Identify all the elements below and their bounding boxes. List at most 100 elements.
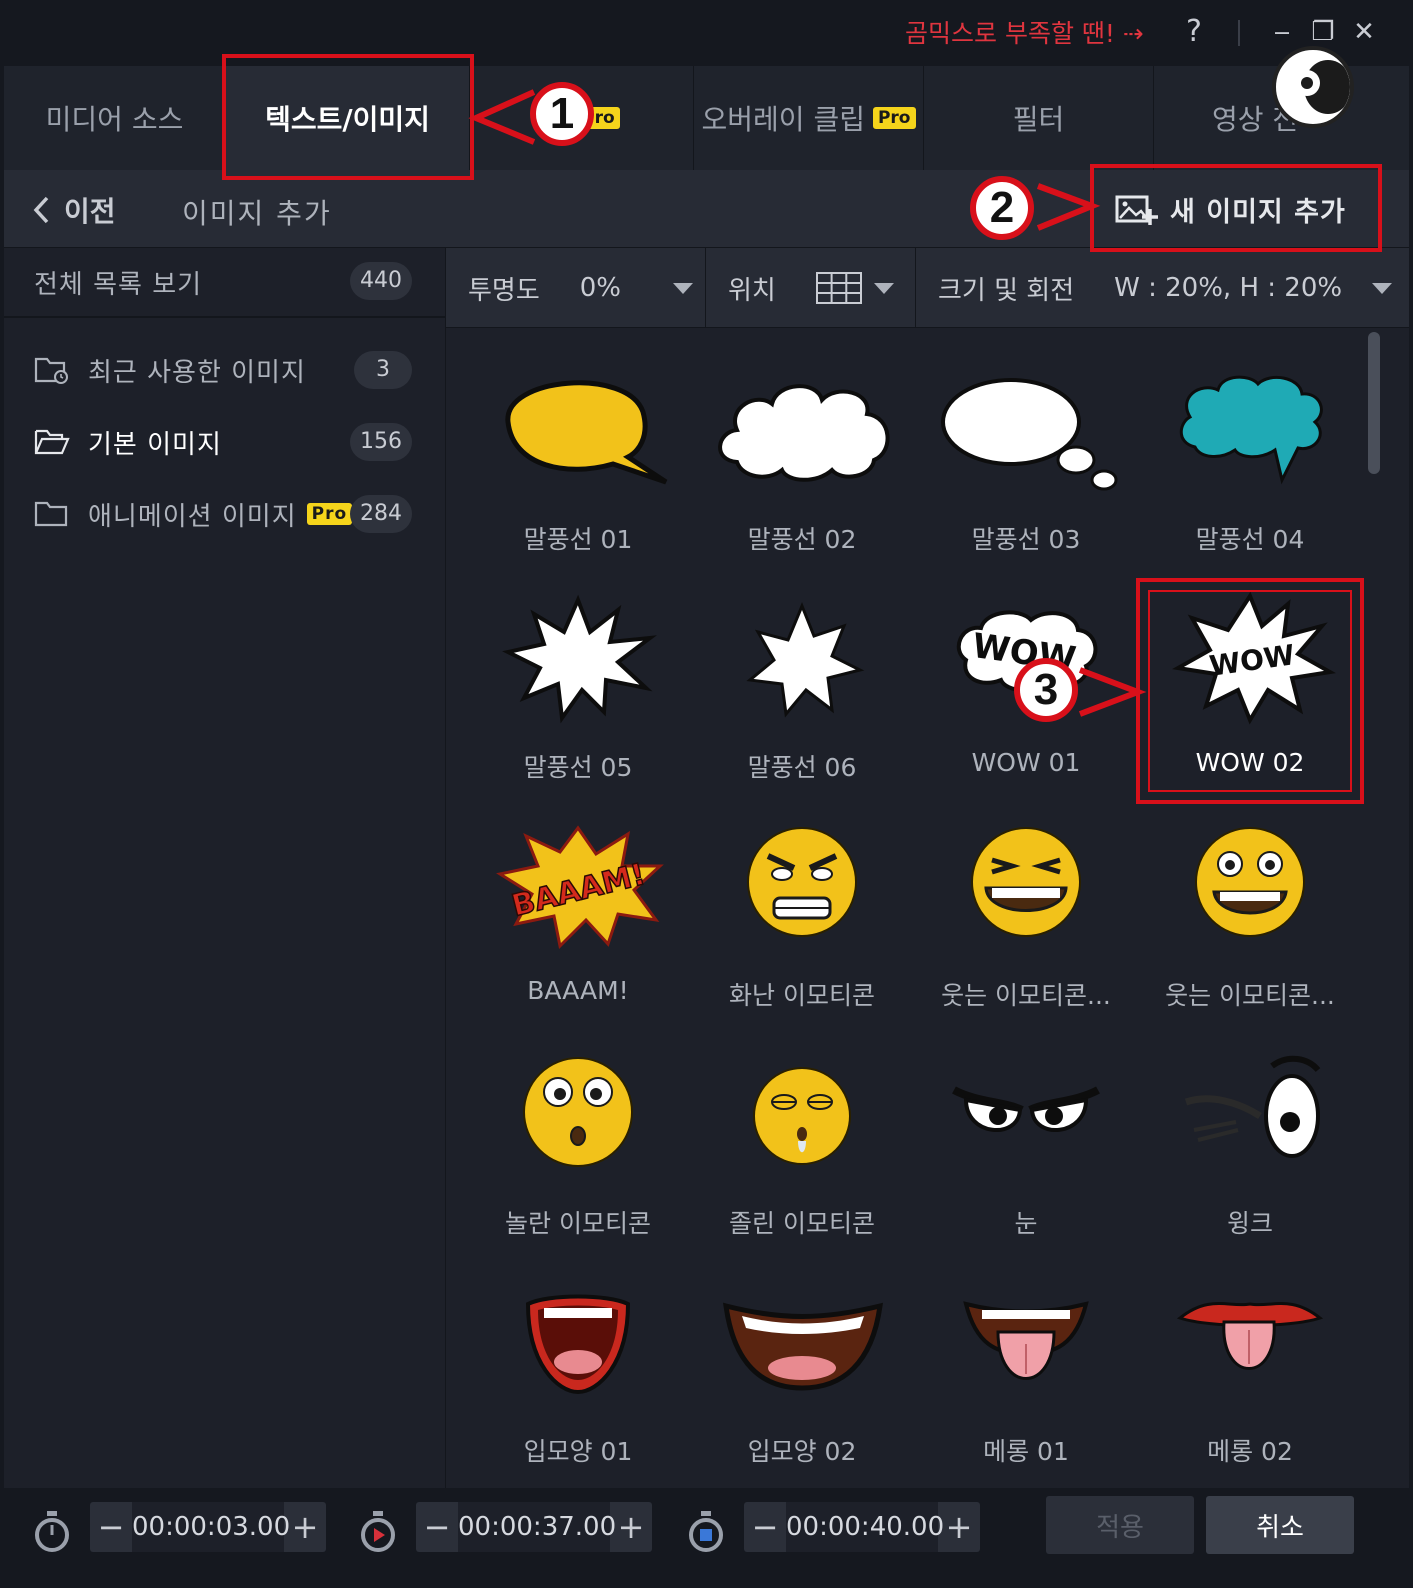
duration-value[interactable]: 00:00:37.00 xyxy=(458,1502,616,1552)
decrement-button[interactable]: − xyxy=(90,1502,132,1552)
cancel-button[interactable]: 취소 xyxy=(1206,1496,1354,1554)
position-dropdown[interactable]: 위치 xyxy=(706,248,916,328)
image-item[interactable]: 말풍선 02 xyxy=(690,338,914,566)
image-item[interactable]: 놀란 이모티콘 xyxy=(466,1022,690,1250)
image-item[interactable]: 웃는 이모티콘... xyxy=(914,794,1138,1022)
annotation-box-1 xyxy=(222,54,474,180)
image-grid: 말풍선 01 말풍선 02 말풍선 03 말풍선 04 말풍선 05 말풍선 0… xyxy=(446,328,1382,1488)
image-item[interactable]: 화난 이모티콘 xyxy=(690,794,914,1022)
recent-folder-icon xyxy=(34,357,68,384)
image-item[interactable]: 메롱 02 xyxy=(1138,1250,1362,1478)
image-item[interactable]: 눈 xyxy=(914,1022,1138,1250)
chevron-down-icon xyxy=(873,282,894,294)
chevron-down-icon xyxy=(1372,282,1393,294)
main-tabs: 미디어 소스 텍스트/이미지 템Pro 오버레이 클립Pro 필터 영상 전 xyxy=(4,46,1409,170)
help-icon[interactable]: ? xyxy=(1176,12,1212,52)
end-time-stepper[interactable]: − 00:00:40.00 + xyxy=(744,1502,980,1552)
image-label: 말풍선 04 xyxy=(1195,525,1305,554)
tab-label: 필터 xyxy=(1012,103,1065,136)
decrement-button[interactable]: − xyxy=(744,1502,786,1552)
sidebar-item-animation[interactable]: 애니메이션 이미지 Pro 284 xyxy=(4,484,446,544)
close-icon[interactable]: ✕ xyxy=(1346,12,1382,52)
view-all-row[interactable]: 전체 목록 보기 440 xyxy=(4,248,446,318)
smiling-emoji-thumb xyxy=(1195,827,1305,937)
image-label: WOW 01 xyxy=(971,748,1081,777)
image-item[interactable]: 말풍선 03 xyxy=(914,338,1138,566)
image-item[interactable]: 말풍선 01 xyxy=(466,338,690,566)
image-item[interactable]: 말풍선 06 xyxy=(690,566,914,794)
count-badge: 440 xyxy=(350,262,412,300)
scrollbar-thumb[interactable] xyxy=(1368,332,1380,474)
annotation-box-2 xyxy=(1090,164,1382,252)
image-label: 말풍선 05 xyxy=(523,753,633,782)
image-item[interactable]: BAAAM! BAAAM! xyxy=(466,794,690,1022)
annotation-badge-1: 1 xyxy=(530,82,594,146)
end-time-value[interactable]: 00:00:40.00 xyxy=(786,1502,944,1552)
image-item[interactable]: 졸린 이모티콘 xyxy=(690,1022,914,1250)
tab-overlay-clip[interactable]: 오버레이 클립 Pro xyxy=(694,66,924,170)
folder-icon xyxy=(34,501,68,527)
image-label: 웃는 이모티콘... xyxy=(941,981,1111,1010)
tab-media-source[interactable]: 미디어 소스 xyxy=(4,66,226,170)
sleepy-emoji-thumb xyxy=(753,1067,851,1165)
grid-position-icon xyxy=(815,272,862,304)
laughing-emoji-thumb xyxy=(971,827,1081,937)
surprised-emoji-thumb xyxy=(523,1057,633,1167)
footer-bar: − 00:00:03.00 + − 00:00:37.00 + − 00:00:… xyxy=(0,1488,1413,1588)
image-item[interactable]: 입모양 01 xyxy=(466,1250,690,1478)
back-label: 이전 xyxy=(64,195,116,228)
image-item[interactable]: 말풍선 05 xyxy=(466,566,690,794)
image-label: 놀란 이모티콘 xyxy=(505,1209,651,1238)
size-rotation-dropdown[interactable]: 크기 및 회전 W : 20%, H : 20% xyxy=(916,248,1409,328)
sidebar-item-recent[interactable]: 최근 사용한 이미지 3 xyxy=(4,340,446,400)
count-badge: 284 xyxy=(350,495,412,533)
image-label: 윙크 xyxy=(1226,1209,1273,1238)
image-label: 입모양 01 xyxy=(523,1437,633,1466)
annotation-badge-2: 2 xyxy=(970,176,1034,240)
image-label: BAAAM! xyxy=(527,976,629,1005)
image-item[interactable]: 입모양 02 xyxy=(690,1250,914,1478)
lips-tongue-thumb xyxy=(1176,1302,1324,1370)
back-button[interactable]: 이전 xyxy=(32,190,116,230)
count-badge: 156 xyxy=(350,423,412,461)
mouth-grin-thumb xyxy=(723,1302,883,1391)
tab-label: 미디어 소스 xyxy=(45,103,184,136)
mouth-open-thumb xyxy=(525,1294,631,1395)
divider xyxy=(1238,20,1240,46)
image-label: 말풍선 06 xyxy=(747,753,857,782)
angry-emoji-thumb xyxy=(747,827,857,937)
image-item[interactable]: 말풍선 04 xyxy=(1138,338,1362,566)
image-label: 말풍선 01 xyxy=(523,525,633,554)
angry-eyes-thumb xyxy=(952,1086,1100,1133)
eye-logo-icon xyxy=(1272,46,1354,128)
tab-filter[interactable]: 필터 xyxy=(924,66,1154,170)
sidebar-item-label: 애니메이션 이미지 xyxy=(88,501,297,532)
annotation-badge-3: 3 xyxy=(1014,658,1078,722)
opacity-value: 0% xyxy=(579,273,622,303)
image-item[interactable]: 윙크 xyxy=(1138,1022,1362,1250)
opacity-dropdown[interactable]: 투명도 0% xyxy=(446,248,706,328)
start-time-value[interactable]: 00:00:03.00 xyxy=(132,1502,290,1552)
promo-link[interactable]: 곰믹스로 부족할 땐! ⇢ xyxy=(905,14,1144,50)
size-label: 크기 및 회전 xyxy=(938,275,1075,306)
tongue-out-thumb xyxy=(963,1301,1089,1380)
baaam-burst-thumb: BAAAM! xyxy=(496,825,664,950)
image-label: 눈 xyxy=(1014,1209,1038,1238)
burst-bubble-thumb xyxy=(502,594,657,724)
decrement-button[interactable]: − xyxy=(416,1502,458,1552)
size-value: W : 20%, H : 20% xyxy=(1114,273,1343,303)
increment-button[interactable]: + xyxy=(284,1502,326,1552)
start-time-stepper[interactable]: − 00:00:03.00 + xyxy=(90,1502,326,1552)
apply-button[interactable]: 적용 xyxy=(1046,1496,1194,1554)
image-item[interactable]: 웃는 이모티콘... xyxy=(1138,794,1362,1022)
image-item[interactable]: 메롱 01 xyxy=(914,1250,1138,1478)
minimize-icon[interactable]: ‒ xyxy=(1266,12,1298,52)
position-label: 위치 xyxy=(728,275,776,306)
sidebar-item-basic[interactable]: 기본 이미지 156 xyxy=(4,412,446,472)
scrollbar-track[interactable] xyxy=(1382,328,1409,1488)
increment-button[interactable]: + xyxy=(610,1502,652,1552)
duration-stepper[interactable]: − 00:00:37.00 + xyxy=(416,1502,652,1552)
timer-play-icon xyxy=(361,1511,395,1552)
tab-label: 오버레이 클립 xyxy=(701,103,865,136)
increment-button[interactable]: + xyxy=(938,1502,980,1552)
